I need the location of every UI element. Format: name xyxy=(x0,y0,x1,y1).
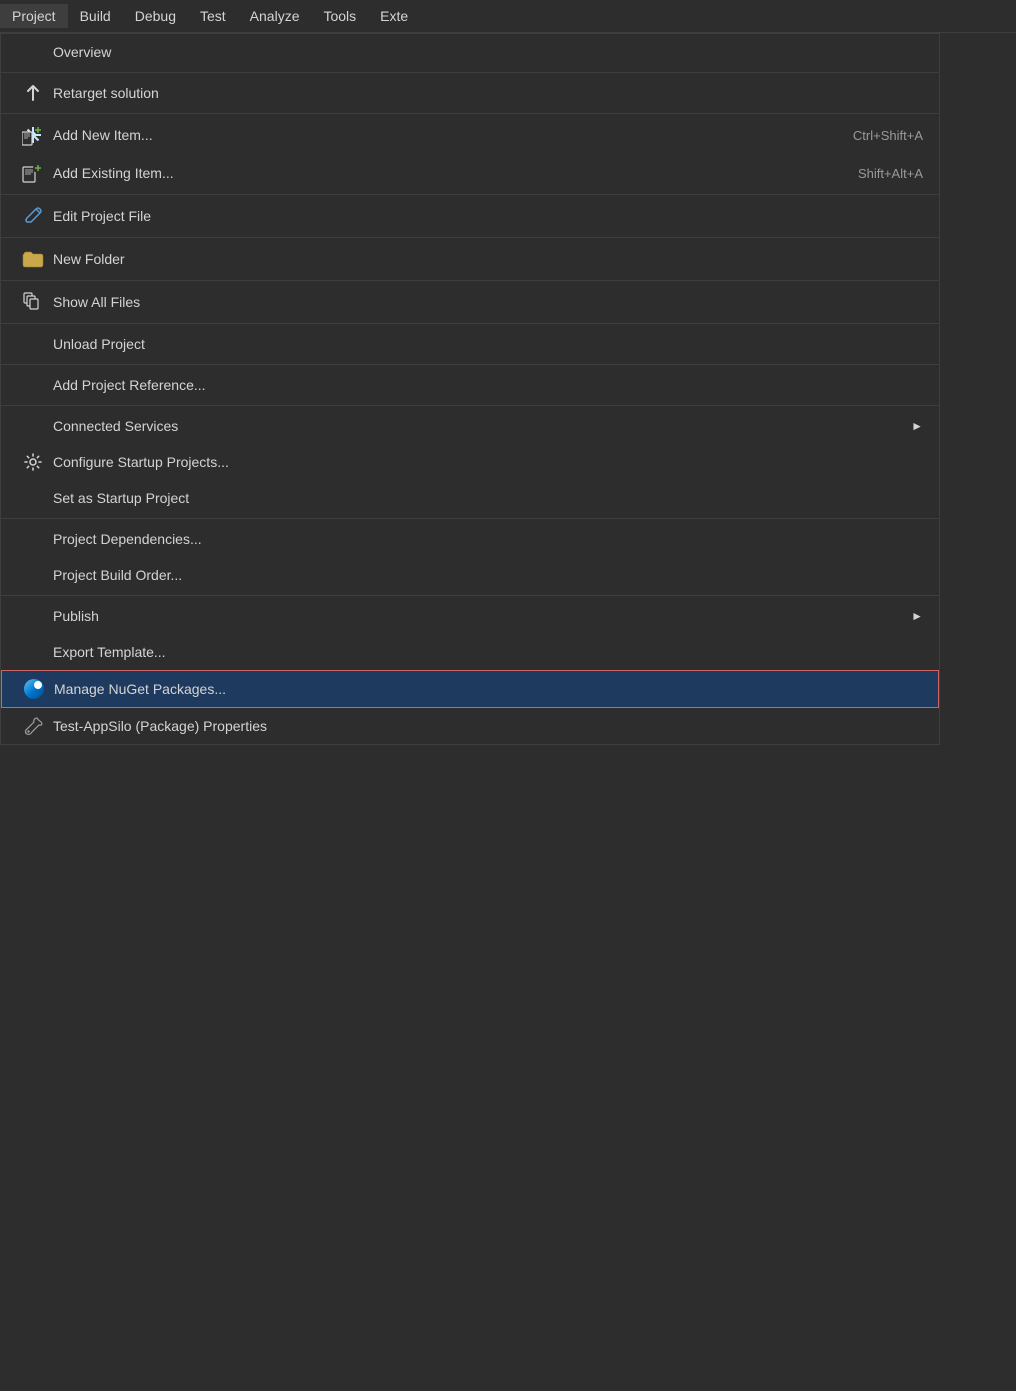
menu-item-connected-services[interactable]: Connected Services ► xyxy=(1,408,939,444)
menu-item-retarget[interactable]: Retarget solution xyxy=(1,75,939,111)
menubar-item-extensions[interactable]: Exte xyxy=(368,4,420,28)
menu-item-project-build-order[interactable]: Project Build Order... xyxy=(1,557,939,593)
menubar-item-test[interactable]: Test xyxy=(188,4,238,28)
divider xyxy=(1,237,939,238)
project-menu: Overview Retarget solution xyxy=(0,33,940,745)
menu-item-manage-nuget[interactable]: Manage NuGet Packages... xyxy=(1,670,939,708)
menubar-item-build[interactable]: Build xyxy=(68,4,123,28)
new-folder-icon xyxy=(17,248,49,270)
menu-item-publish[interactable]: Publish ► xyxy=(1,598,939,634)
nuget-icon xyxy=(18,679,50,699)
divider xyxy=(1,194,939,195)
add-new-item-icon xyxy=(17,124,49,146)
menu-item-project-dependencies[interactable]: Project Dependencies... xyxy=(1,521,939,557)
divider xyxy=(1,280,939,281)
edit-project-file-icon xyxy=(17,205,49,227)
show-all-files-icon xyxy=(17,291,49,313)
menu-item-add-new-item[interactable]: Add New Item... Ctrl+Shift+A xyxy=(1,116,939,154)
menu-item-overview[interactable]: Overview xyxy=(1,34,939,70)
menu-item-add-existing-item[interactable]: Add Existing Item... Shift+Alt+A xyxy=(1,154,939,192)
menubar-item-project[interactable]: Project xyxy=(0,4,68,28)
menu-item-edit-project-file[interactable]: Edit Project File xyxy=(1,197,939,235)
divider xyxy=(1,405,939,406)
menu-bar: Project Build Debug Test Analyze Tools E… xyxy=(0,0,1016,33)
menubar-item-tools[interactable]: Tools xyxy=(311,4,368,28)
menubar-item-debug[interactable]: Debug xyxy=(123,4,188,28)
menu-item-configure-startup[interactable]: Configure Startup Projects... xyxy=(1,444,939,480)
retarget-icon xyxy=(17,83,49,103)
divider xyxy=(1,72,939,73)
menu-item-new-folder[interactable]: New Folder xyxy=(1,240,939,278)
submenu-arrow-icon: ► xyxy=(911,419,923,433)
menu-item-add-project-reference[interactable]: Add Project Reference... xyxy=(1,367,939,403)
menu-item-test-appsilo-properties[interactable]: Test-AppSilo (Package) Properties xyxy=(1,708,939,744)
divider xyxy=(1,323,939,324)
wrench-icon xyxy=(17,716,49,736)
menubar-item-analyze[interactable]: Analyze xyxy=(238,4,312,28)
divider xyxy=(1,113,939,114)
gear-icon xyxy=(17,452,49,472)
divider xyxy=(1,518,939,519)
menu-item-show-all-files[interactable]: Show All Files xyxy=(1,283,939,321)
menu-item-set-startup[interactable]: Set as Startup Project xyxy=(1,480,939,516)
add-existing-item-icon xyxy=(17,162,49,184)
divider xyxy=(1,595,939,596)
divider xyxy=(1,364,939,365)
menu-item-export-template[interactable]: Export Template... xyxy=(1,634,939,670)
submenu-arrow-publish-icon: ► xyxy=(911,609,923,623)
menu-item-unload-project[interactable]: Unload Project xyxy=(1,326,939,362)
